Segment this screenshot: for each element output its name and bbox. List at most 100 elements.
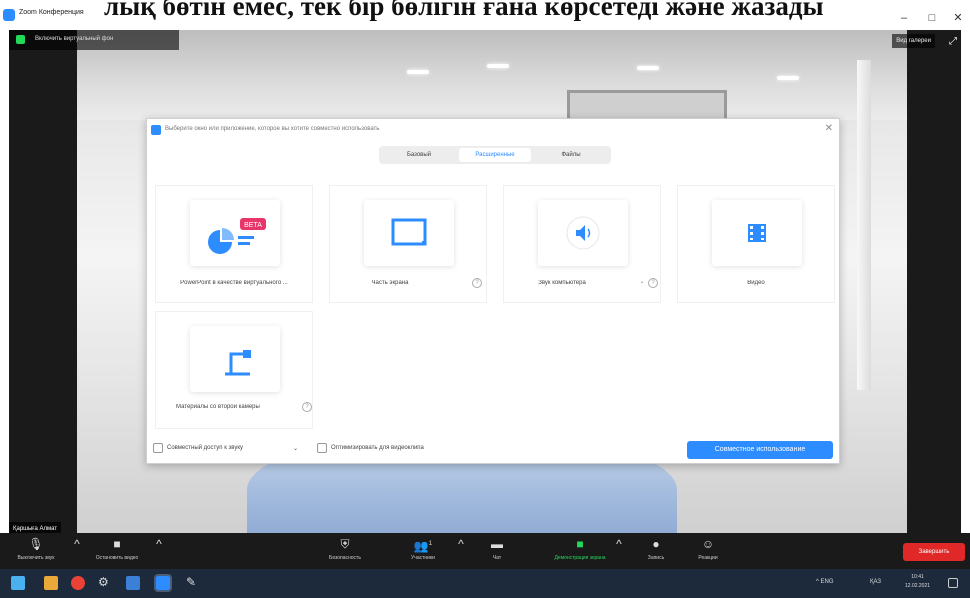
help-icon[interactable]: ? xyxy=(648,278,658,288)
chevron-up-icon: ^ xyxy=(616,537,622,551)
participants-icon: 👥1 xyxy=(413,539,433,553)
option-tile xyxy=(190,326,280,392)
security-button[interactable]: ⛨ Безопасность xyxy=(316,536,374,561)
clock-time: 10:41 xyxy=(911,574,924,580)
portion-of-screen-icon xyxy=(391,218,427,246)
maximize-button[interactable]: □ xyxy=(924,12,940,24)
reactions-label: Реакции xyxy=(698,555,718,561)
record-label: Запись xyxy=(647,555,665,561)
system-tray[interactable]: ^ ENG xyxy=(816,579,833,585)
share-screen-dialog: Выберите окно или приложение, которое вы… xyxy=(146,118,840,464)
option-caption: Видео xyxy=(747,280,765,286)
participants-options-button[interactable]: ^ xyxy=(456,536,466,552)
participants-count: 1 xyxy=(428,541,433,547)
meeting-controls: 🎙 Выключить звук ^ ■ Остановить видео ^ … xyxy=(0,533,970,569)
mute-button[interactable]: 🎙 Выключить звук xyxy=(6,536,66,561)
settings-gear-icon[interactable]: ⚙ xyxy=(98,575,112,589)
close-window-button[interactable]: ✕ xyxy=(950,12,966,24)
tab-advanced[interactable]: Расширенные xyxy=(459,148,531,162)
share-options-button[interactable]: ^ xyxy=(614,536,624,552)
record-button[interactable]: ● Запись xyxy=(636,536,676,561)
ceiling-light xyxy=(777,76,799,80)
share-screen-label: Демонстрация экрана xyxy=(554,555,606,561)
clock-date: 12.02.2021 xyxy=(905,583,931,589)
shield-icon xyxy=(16,35,25,44)
chevron-up-icon: ^ xyxy=(458,537,464,551)
powerpoint-virtual-background-icon: BETA xyxy=(208,218,266,254)
video-file-icon xyxy=(748,224,766,242)
security-label: Безопасность xyxy=(329,555,361,561)
language-indicator[interactable]: ҚАЗ xyxy=(870,579,881,585)
zoom-app-icon xyxy=(151,125,161,135)
zoom-taskbar-icon[interactable] xyxy=(154,574,172,592)
dialog-footer: Совместный доступ к звуку ⌄ Оптимизирова… xyxy=(147,439,841,463)
option-computer-audio[interactable]: Звук компьютера ⌄ ? xyxy=(503,185,661,303)
shield-icon: ⛨ xyxy=(340,537,350,551)
option-tile xyxy=(712,200,802,266)
ceiling-light xyxy=(407,70,429,74)
share-sound-checkbox[interactable] xyxy=(153,443,163,453)
floor-lamp xyxy=(857,60,871,390)
option-caption: Звук компьютера xyxy=(538,280,586,286)
ceiling-light xyxy=(487,64,509,68)
gallery-view-button[interactable]: Вид галереи xyxy=(892,34,935,48)
file-explorer-icon[interactable] xyxy=(44,576,58,590)
store-icon[interactable] xyxy=(126,576,140,590)
tab-basic[interactable]: Базовый xyxy=(383,148,455,162)
virtual-background-bar[interactable]: Включить виртуальный фон xyxy=(9,30,179,50)
chat-button[interactable]: ▬ Чат xyxy=(482,536,512,561)
share-sound-label: Совместный доступ к звуку xyxy=(167,445,244,451)
fullscreen-icon[interactable]: ⤢ xyxy=(949,36,957,47)
zoom-app-icon xyxy=(3,9,15,21)
share-screen-button[interactable]: ■ Демонстрация экрана xyxy=(534,536,626,561)
windows-start-icon[interactable] xyxy=(11,576,25,590)
tab-files[interactable]: Файлы xyxy=(535,148,607,162)
ceiling-light xyxy=(637,66,659,70)
chevron-down-icon[interactable]: ⌄ xyxy=(293,445,298,452)
clock[interactable]: 10:41 12.02.2021 xyxy=(905,573,930,591)
chat-label: Чат xyxy=(492,555,502,561)
virtual-background-label: Включить виртуальный фон xyxy=(35,36,114,42)
participants-label: Участники xyxy=(411,555,435,561)
stop-video-button[interactable]: ■ Остановить видео xyxy=(84,536,150,561)
video-camera-icon: ■ xyxy=(113,537,121,551)
beta-badge: BETA xyxy=(244,222,262,229)
option-tile xyxy=(364,200,454,266)
chrome-icon[interactable] xyxy=(71,576,85,590)
participants-button[interactable]: 👥1 Участники xyxy=(398,536,448,561)
microphone-icon: 🎙 xyxy=(28,537,44,551)
close-icon[interactable]: ✕ xyxy=(825,123,833,134)
option-powerpoint-virtual-background[interactable]: BETA PowerPoint в качестве виртуального … xyxy=(155,185,313,303)
option-second-camera[interactable]: Материалы со второй камеры ? xyxy=(155,311,313,429)
option-caption: Часть экрана xyxy=(371,280,409,286)
ceiling xyxy=(77,30,907,120)
video-options-button[interactable]: ^ xyxy=(154,536,164,552)
chevron-up-icon: ^ xyxy=(156,537,162,551)
chevron-down-icon[interactable]: ⌄ xyxy=(638,278,646,288)
windows-taskbar: ⚙ ✎ ^ ENG ҚАЗ 10:41 12.02.2021 xyxy=(0,569,970,598)
help-icon[interactable]: ? xyxy=(302,402,312,412)
notifications-icon[interactable] xyxy=(948,578,958,588)
dialog-title: Выберите окно или приложение, которое вы… xyxy=(165,126,380,132)
mute-label: Выключить звук xyxy=(17,555,55,561)
end-meeting-button[interactable]: Завершить xyxy=(903,543,965,561)
optimize-video-checkbox[interactable] xyxy=(317,443,327,453)
audio-options-button[interactable]: ^ xyxy=(72,536,82,552)
share-screen-icon: ■ xyxy=(576,537,584,551)
stop-video-label: Остановить видео xyxy=(95,555,139,561)
chevron-up-icon: ^ xyxy=(74,537,80,551)
second-camera-icon xyxy=(225,350,251,376)
overlay-caption: лық бөтін емес, тек бір бөлігін ғана көр… xyxy=(104,0,824,21)
record-icon: ● xyxy=(652,537,660,551)
share-tabs: Базовый Расширенные Файлы xyxy=(379,146,611,164)
share-button[interactable]: Совместное использование xyxy=(687,441,833,459)
option-caption: PowerPoint в качестве виртуального ... xyxy=(180,280,288,286)
option-video[interactable]: Видео xyxy=(677,185,835,303)
option-portion-of-screen[interactable]: Часть экрана ? xyxy=(329,185,487,303)
reactions-button[interactable]: ☺ Реакции xyxy=(688,536,728,561)
reactions-icon: ☺ xyxy=(701,537,715,551)
help-icon[interactable]: ? xyxy=(472,278,482,288)
minimize-button[interactable]: – xyxy=(896,12,912,24)
paint-icon[interactable]: ✎ xyxy=(186,575,200,589)
window-titlebar: Zoom Конференция лық бөтін емес, тек бір… xyxy=(0,0,970,30)
